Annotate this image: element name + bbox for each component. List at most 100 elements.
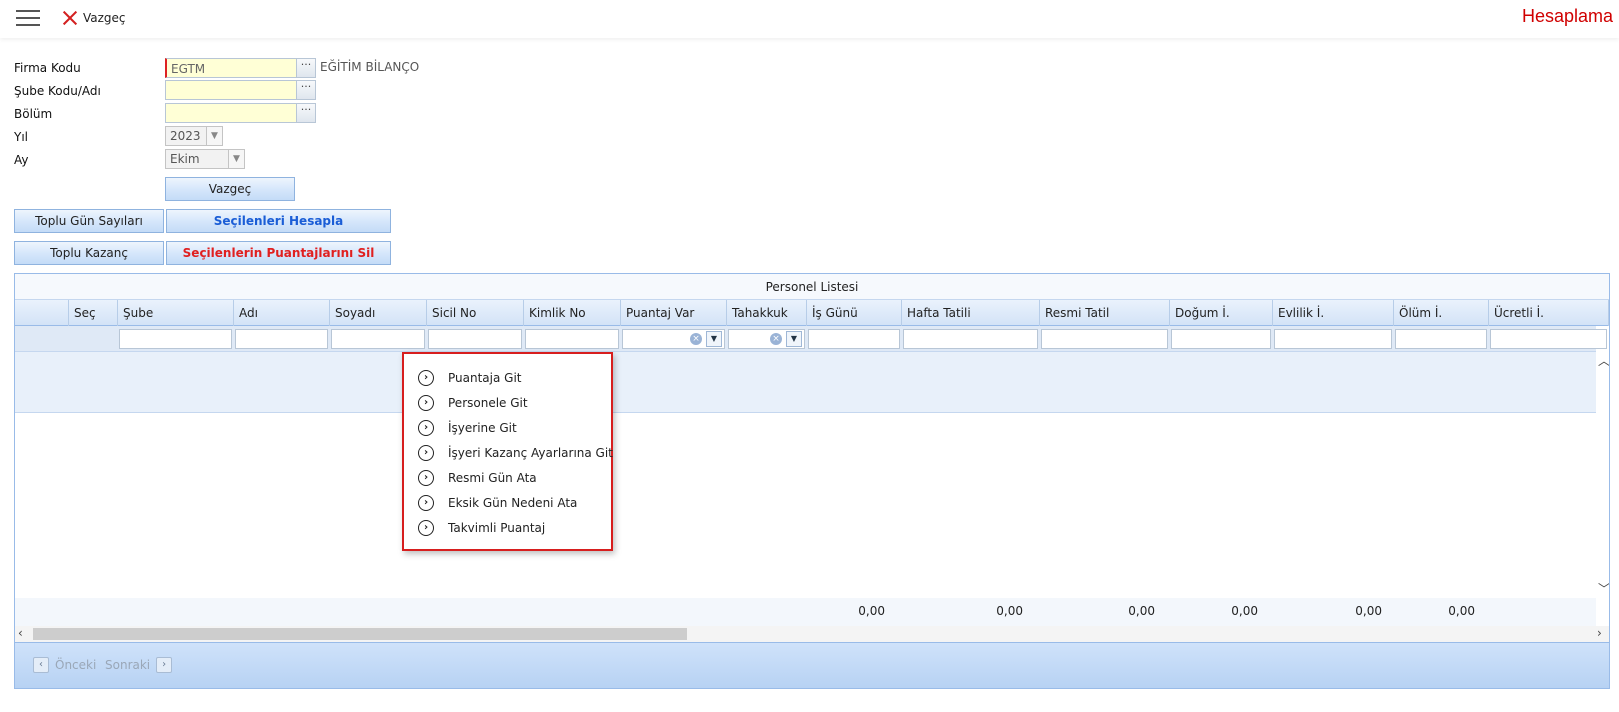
puantaj-sil-button[interactable]: Seçilenlerin Puantajlarını Sil	[166, 241, 391, 265]
column-header[interactable]: Tahakkuk	[727, 300, 807, 326]
filter-input[interactable]	[428, 329, 522, 349]
toplu-kazanc-button[interactable]: Toplu Kazanç	[14, 241, 164, 265]
prev-page-label: Önceki	[55, 658, 97, 672]
column-header[interactable]: Resmi Tatil	[1040, 300, 1170, 326]
filter-input[interactable]: × ▼	[728, 329, 805, 349]
menu-icon[interactable]	[16, 10, 42, 28]
horizontal-scroll-thumb[interactable]	[33, 628, 687, 640]
context-menu-item-label: Eksik Gün Nedeni Ata	[448, 496, 578, 510]
context-menu-item[interactable]: › İşyeri Kazanç Ayarlarına Git	[418, 441, 613, 465]
summary-value: 0,00	[1448, 604, 1475, 618]
summary-value: 0,00	[858, 604, 885, 618]
bolum-input[interactable]	[165, 103, 297, 123]
column-header[interactable]: Evlilik İ.	[1273, 300, 1394, 326]
scroll-up-icon[interactable]: ︿	[1598, 352, 1609, 369]
clear-icon[interactable]: ×	[770, 333, 782, 345]
sube-label: Şube Kodu/Adı	[14, 84, 101, 98]
ay-select[interactable]: Ekim ▼	[165, 149, 245, 169]
ay-value: Ekim	[170, 152, 200, 166]
sube-input[interactable]	[165, 80, 297, 100]
top-bar: Vazgeç Hesaplama	[0, 0, 1619, 38]
column-header[interactable]: Ölüm İ.	[1394, 300, 1489, 326]
scroll-down-icon[interactable]: ﹀	[1598, 580, 1609, 597]
context-menu-item[interactable]: › İşyerine Git	[418, 416, 517, 440]
context-menu-item-label: Puantaja Git	[448, 371, 522, 385]
chevron-right-icon: ›	[156, 657, 173, 673]
chevron-right-circle-icon: ›	[418, 470, 434, 486]
column-header[interactable]: Seç	[69, 300, 118, 326]
table-row[interactable]	[15, 352, 1596, 413]
next-page-button[interactable]: Sonraki ›	[105, 657, 173, 673]
chevron-right-circle-icon: ›	[418, 420, 434, 436]
column-header[interactable]: İş Günü	[807, 300, 902, 326]
chevron-down-icon[interactable]: ▼	[206, 127, 222, 145]
secilenleri-hesapla-button[interactable]: Seçilenleri Hesapla	[166, 209, 391, 233]
grid-pager: ‹ Önceki Sonraki ›	[15, 642, 1609, 688]
scroll-right-icon[interactable]: ›	[1597, 626, 1602, 640]
column-header[interactable]: Şube	[118, 300, 234, 326]
context-menu-item-label: Resmi Gün Ata	[448, 471, 537, 485]
clear-icon[interactable]: ×	[690, 333, 702, 345]
filter-input[interactable]	[525, 329, 619, 349]
filter-input[interactable]	[808, 329, 900, 349]
column-header[interactable]: Doğum İ.	[1170, 300, 1273, 326]
grid-header-row: Seç Şube Adı Soyadı Sicil No Kimlik No Puantaj…	[15, 300, 1609, 326]
filter-input[interactable]	[1041, 329, 1168, 349]
context-menu-item[interactable]: › Resmi Gün Ata	[418, 466, 537, 490]
toplu-gun-sayilari-button[interactable]: Toplu Gün Sayıları	[14, 209, 164, 233]
filter-input[interactable]	[235, 329, 328, 349]
personel-grid: Personel Listesi Seç Şube Adı Soyadı Sicil N…	[14, 273, 1610, 689]
chevron-down-icon[interactable]: ▼	[228, 150, 244, 168]
cancel-top-button[interactable]: Vazgeç	[62, 9, 126, 27]
context-menu-item[interactable]: › Puantaja Git	[418, 366, 522, 390]
context-menu: › Puantaja Git › Personele Git › İşyerine Git…	[402, 352, 613, 551]
chevron-right-circle-icon: ›	[418, 445, 434, 461]
summary-value: 0,00	[996, 604, 1023, 618]
grid-summary-row: 0,00 0,00 0,00 0,00 0,00 0,00	[15, 598, 1596, 626]
filter-input[interactable]	[1274, 329, 1392, 349]
filter-input[interactable]	[1171, 329, 1271, 349]
prev-page-button[interactable]: ‹ Önceki	[33, 657, 96, 673]
context-menu-item[interactable]: › Eksik Gün Nedeni Ata	[418, 491, 577, 515]
context-menu-item-label: Takvimli Puantaj	[448, 521, 546, 535]
cancel-top-label: Vazgeç	[83, 11, 126, 25]
sube-lookup-button[interactable]: ···	[296, 80, 316, 100]
next-page-label: Sonraki	[105, 658, 151, 672]
column-header[interactable]	[15, 300, 69, 326]
bolum-lookup-button[interactable]: ···	[296, 103, 316, 123]
chevron-right-circle-icon: ›	[418, 495, 434, 511]
horizontal-scrollbar[interactable]: ‹ ›	[15, 626, 1609, 642]
filter-input[interactable]	[1490, 329, 1607, 349]
column-header[interactable]: Adı	[234, 300, 330, 326]
filter-input[interactable]	[903, 329, 1038, 349]
vertical-scrollbar[interactable]: ︿ ﹀	[1598, 352, 1609, 596]
context-menu-item[interactable]: › Takvimli Puantaj	[418, 516, 545, 540]
chevron-right-circle-icon: ›	[418, 395, 434, 411]
column-header[interactable]: Hafta Tatili	[902, 300, 1040, 326]
column-header[interactable]: Soyadı	[330, 300, 427, 326]
chevron-down-icon[interactable]: ▼	[706, 331, 722, 347]
yil-select[interactable]: 2023 ▼	[165, 126, 223, 146]
chevron-right-circle-icon: ›	[418, 520, 434, 536]
firma-kodu-input[interactable]: EGTM	[165, 58, 297, 78]
chevron-down-icon[interactable]: ▼	[786, 331, 802, 347]
column-header[interactable]: Kimlik No	[524, 300, 621, 326]
cancel-button[interactable]: Vazgeç	[165, 177, 295, 201]
filter-input[interactable]	[331, 329, 425, 349]
summary-value: 0,00	[1128, 604, 1155, 618]
column-header[interactable]: Ücretli İ.	[1489, 300, 1609, 326]
column-header[interactable]: Sicil No	[427, 300, 524, 326]
filter-input[interactable]: × ▼	[622, 329, 725, 349]
filter-input[interactable]	[119, 329, 232, 349]
context-menu-item[interactable]: › Personele Git	[418, 391, 528, 415]
scroll-left-icon[interactable]: ‹	[18, 626, 23, 640]
yil-label: Yıl	[14, 130, 28, 144]
chevron-right-circle-icon: ›	[418, 370, 434, 386]
filter-input[interactable]	[1395, 329, 1487, 349]
column-header[interactable]: Puantaj Var	[621, 300, 727, 326]
context-menu-item-label: İşyeri Kazanç Ayarlarına Git	[448, 446, 613, 460]
close-icon	[62, 10, 78, 26]
firma-kodu-lookup-button[interactable]: ···	[296, 58, 316, 78]
summary-value: 0,00	[1355, 604, 1382, 618]
yil-value: 2023	[170, 129, 201, 143]
